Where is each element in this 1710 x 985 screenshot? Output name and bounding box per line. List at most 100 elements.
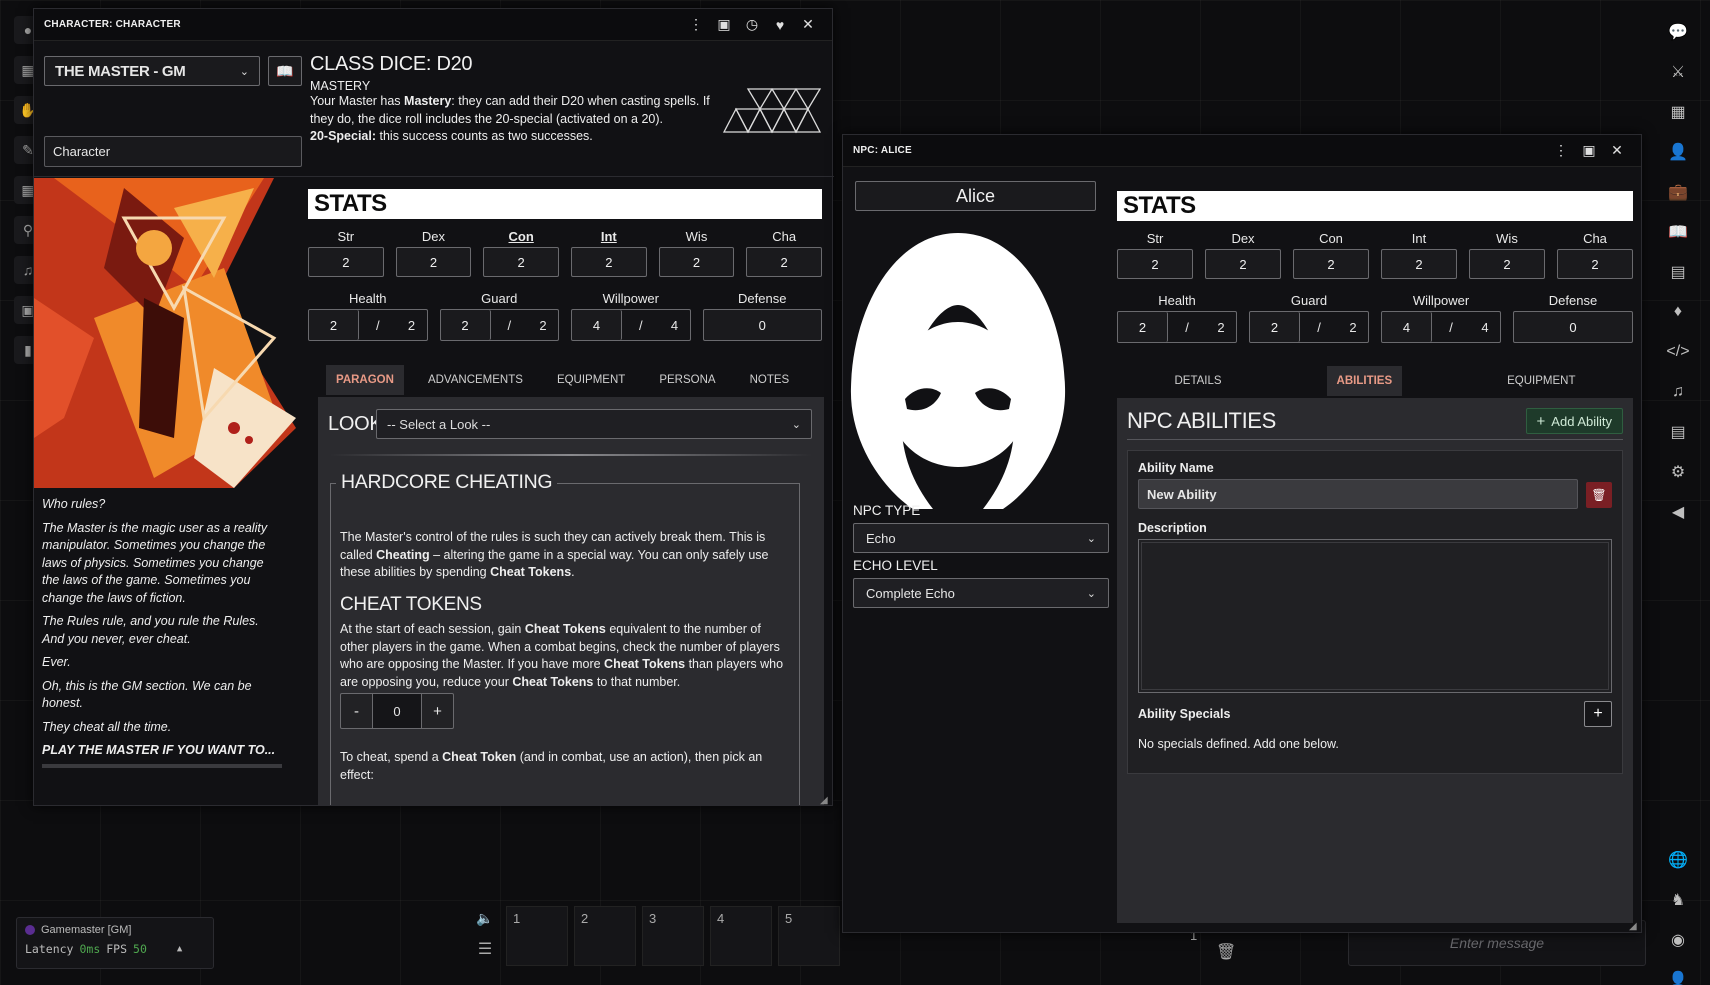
more-options-icon[interactable]: ⋮ bbox=[1547, 142, 1575, 159]
playlists-icon[interactable]: ♫ bbox=[1660, 374, 1696, 410]
look-select-value: -- Select a Look -- bbox=[387, 416, 491, 432]
stat-input-str[interactable]: 2 bbox=[308, 247, 384, 277]
clock-icon[interactable]: ◷ bbox=[738, 16, 766, 33]
combat-icon[interactable]: ⚔ bbox=[1660, 54, 1696, 90]
npc-type-select[interactable]: Echo ⌄ bbox=[853, 523, 1109, 553]
description-textarea[interactable] bbox=[1138, 539, 1612, 693]
increment-button[interactable]: + bbox=[421, 694, 453, 728]
token-count[interactable]: 0 bbox=[373, 694, 421, 728]
health-current[interactable]: 2 bbox=[1118, 312, 1168, 342]
tables-icon[interactable]: ▤ bbox=[1660, 254, 1696, 290]
stat-input-int[interactable]: 2 bbox=[1381, 249, 1457, 279]
hotbar-slot[interactable]: 5 bbox=[778, 906, 840, 966]
stat-input-str[interactable]: 2 bbox=[1117, 249, 1193, 279]
tab-details[interactable]: DETAILS bbox=[1164, 366, 1231, 396]
hotbar-slot[interactable]: 3 bbox=[642, 906, 704, 966]
stat-input-dex[interactable]: 2 bbox=[395, 247, 472, 277]
book-icon[interactable]: 📖 bbox=[268, 56, 302, 86]
window-header[interactable]: NPC: ALICE ⋮ ▣ ✕ bbox=[843, 135, 1641, 167]
section-divider bbox=[330, 454, 812, 456]
character-name-input[interactable]: Character bbox=[44, 136, 302, 167]
spy-icon[interactable]: ♞ bbox=[1660, 882, 1696, 918]
stat-input-int[interactable]: 2 bbox=[570, 247, 647, 277]
token-icon[interactable]: ▣ bbox=[710, 16, 738, 33]
stat-label-str: Str bbox=[337, 229, 355, 244]
globe-icon[interactable]: 🌐 bbox=[1660, 842, 1696, 878]
settings-icon[interactable]: ⚙ bbox=[1660, 454, 1696, 490]
decrement-button[interactable]: - bbox=[341, 694, 373, 728]
lore-paragraph: The Rules rule, and you rule the Rules. … bbox=[42, 614, 259, 646]
more-options-icon[interactable]: ⋮ bbox=[682, 16, 710, 33]
ability-name-label: Ability Name bbox=[1138, 461, 1214, 475]
defense-value[interactable]: 0 bbox=[1513, 311, 1633, 343]
resize-handle[interactable]: ◢ bbox=[1629, 921, 1637, 932]
willpower-current[interactable]: 4 bbox=[572, 310, 622, 340]
tab-equipment[interactable]: EQUIPMENT bbox=[1497, 366, 1585, 396]
health-label: Health bbox=[348, 291, 387, 306]
stat-input-wis[interactable]: 2 bbox=[1469, 249, 1545, 279]
compendium-icon[interactable]: ▤ bbox=[1660, 414, 1696, 450]
stat-label-int[interactable]: Int bbox=[571, 229, 647, 247]
ability-name-input[interactable]: New Ability bbox=[1138, 479, 1578, 509]
delete-ability-icon[interactable]: 🗑 bbox=[1586, 482, 1612, 508]
stats-banner: STATS bbox=[1117, 191, 1633, 221]
cards-icon[interactable]: ♦ bbox=[1660, 294, 1696, 330]
tab-persona[interactable]: PERSONA bbox=[649, 365, 725, 395]
echo-level-select[interactable]: Complete Echo ⌄ bbox=[853, 578, 1109, 608]
actors-icon[interactable]: 👤 bbox=[1660, 134, 1696, 170]
hooded-figure-portrait[interactable] bbox=[843, 227, 1073, 509]
window-header[interactable]: CHARACTER: CHARACTER ⋮ ▣ ◷ ♥ ✕ bbox=[34, 9, 832, 41]
guard-current[interactable]: 2 bbox=[440, 310, 491, 340]
look-select[interactable]: -- Select a Look -- ⌄ bbox=[376, 409, 812, 439]
stat-input-wis[interactable]: 2 bbox=[658, 247, 735, 277]
tab-notes[interactable]: NOTES bbox=[740, 365, 800, 395]
hotbar-slot[interactable]: 1 bbox=[506, 906, 568, 966]
token-icon[interactable]: ▣ bbox=[1575, 142, 1603, 159]
stat-label-con: Con bbox=[1319, 231, 1343, 246]
tab-advancements[interactable]: ADVANCEMENTS bbox=[418, 365, 533, 395]
stat-input-cha[interactable]: 2 bbox=[746, 247, 822, 277]
defense-label: Defense bbox=[738, 291, 787, 306]
collapse-icon[interactable]: ◀ bbox=[1660, 494, 1696, 530]
map-icon[interactable]: ▦ bbox=[1660, 94, 1696, 130]
character-portrait[interactable] bbox=[34, 178, 296, 488]
npc-name-input[interactable]: Alice bbox=[855, 181, 1096, 211]
willpower-separator: / bbox=[1449, 319, 1453, 335]
stat-label-wis: Wis bbox=[685, 229, 708, 244]
health-current[interactable]: 2 bbox=[309, 310, 359, 340]
stat-label-con[interactable]: Con bbox=[483, 229, 559, 247]
journal-icon[interactable]: 📖 bbox=[1660, 214, 1696, 250]
cheat-spend-text: To cheat, spend a Cheat Token (and in co… bbox=[340, 750, 763, 782]
hidden-icon[interactable]: ◉ bbox=[1660, 922, 1696, 958]
defense-value[interactable]: 0 bbox=[702, 309, 822, 341]
no-specials-text: No specials defined. Add one below. bbox=[1138, 737, 1339, 751]
hotbar-slot[interactable]: 4 bbox=[710, 906, 772, 966]
tab-equipment[interactable]: EQUIPMENT bbox=[547, 365, 635, 395]
resize-handle[interactable]: ◢ bbox=[820, 795, 828, 806]
chevron-down-icon: ⌄ bbox=[791, 418, 801, 431]
macros-icon[interactable]: </> bbox=[1660, 334, 1696, 370]
volume-icon[interactable]: 🔈 bbox=[470, 910, 500, 927]
user-icon[interactable]: 👤 bbox=[1660, 962, 1696, 985]
trash-icon[interactable]: 🗑 bbox=[1216, 942, 1236, 962]
expand-players-icon[interactable]: ▲ bbox=[177, 944, 182, 954]
stat-input-dex[interactable]: 2 bbox=[1205, 249, 1281, 279]
add-ability-button[interactable]: + Add Ability bbox=[1525, 408, 1623, 434]
stat-input-cha[interactable]: 2 bbox=[1557, 249, 1633, 279]
stat-input-con[interactable]: 2 bbox=[483, 247, 559, 277]
close-icon[interactable]: ✕ bbox=[794, 16, 822, 33]
chevron-down-icon: ⌄ bbox=[239, 65, 249, 78]
tab-abilities[interactable]: ABILITIES bbox=[1326, 366, 1403, 396]
close-icon[interactable]: ✕ bbox=[1603, 142, 1631, 159]
guard-current[interactable]: 2 bbox=[1250, 312, 1300, 342]
class-select[interactable]: THE MASTER - GM ⌄ bbox=[44, 56, 260, 86]
chat-icon[interactable]: 💬 bbox=[1660, 14, 1696, 50]
tab-paragon[interactable]: PARAGON bbox=[326, 365, 404, 395]
stat-input-con[interactable]: 2 bbox=[1293, 249, 1369, 279]
menu-icon[interactable]: ☰ bbox=[470, 939, 500, 959]
heart-icon[interactable]: ♥ bbox=[766, 17, 794, 33]
hotbar-slot[interactable]: 2 bbox=[574, 906, 636, 966]
willpower-current[interactable]: 4 bbox=[1382, 312, 1432, 342]
add-special-button[interactable]: + bbox=[1584, 701, 1612, 727]
items-icon[interactable]: 💼 bbox=[1660, 174, 1696, 210]
